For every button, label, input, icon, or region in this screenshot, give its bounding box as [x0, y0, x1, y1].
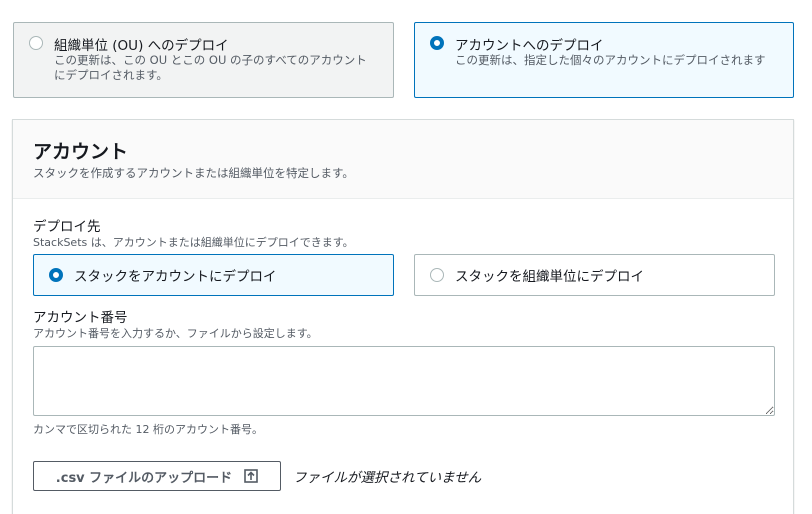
account-numbers-hint: アカウント番号を入力するか、ファイルから設定します。 [33, 327, 318, 340]
deploy-to-ou-title: 組織単位 (OU) へのデプロイ [54, 38, 229, 54]
upload-csv-button[interactable]: .csv ファイルのアップロード [33, 461, 281, 491]
deploy-to-ou-description-line1: この更新は、この OU とこの OU の子のすべてのアカウント [54, 53, 367, 67]
deploy-stacks-to-accounts-radio[interactable] [49, 268, 63, 282]
deploy-stacks-to-accounts-option[interactable]: スタックをアカウントにデプロイ [33, 254, 394, 296]
deploy-to-accounts-tile[interactable]: アカウントへのデプロイ この更新は、指定した個々のアカウントにデプロイされます [414, 22, 794, 98]
accounts-panel: アカウント スタックを作成するアカウントまたは組織単位を特定します。 [12, 119, 794, 514]
upload-csv-button-label: .csv ファイルのアップロード [55, 470, 233, 486]
deploy-stacks-to-ou-option[interactable]: スタックを組織単位にデプロイ [414, 254, 775, 296]
deploy-to-accounts-title: アカウントへのデプロイ [455, 38, 604, 54]
deploy-to-ou-radio[interactable] [29, 36, 43, 50]
deploy-to-accounts-radio[interactable] [430, 36, 444, 50]
no-file-selected-text: ファイルが選択されていません [293, 470, 482, 486]
upload-icon [244, 469, 258, 483]
accounts-panel-header: アカウント スタックを作成するアカウントまたは組織単位を特定します。 [13, 120, 793, 199]
deploy-to-ou-description: この更新は、この OU とこの OU の子のすべてのアカウント にデプロイされま… [54, 53, 394, 83]
deploy-to-ou-description-line2: にデプロイされます。 [54, 68, 168, 82]
deploy-to-accounts-description: この更新は、指定した個々のアカウントにデプロイされます [455, 53, 766, 67]
deploy-location-label: デプロイ先 [33, 219, 101, 235]
account-numbers-constraint: カンマで区切られた 12 桁のアカウント番号。 [33, 423, 263, 436]
deploy-to-ou-tile[interactable]: 組織単位 (OU) へのデプロイ この更新は、この OU とこの OU の子のす… [13, 22, 394, 98]
deploy-stacks-to-ou-radio[interactable] [430, 268, 444, 282]
deploy-location-hint: StackSets は、アカウントまたは組織単位にデプロイできます。 [33, 236, 354, 249]
deploy-stacks-to-accounts-label: スタックをアカウントにデプロイ [74, 269, 277, 285]
account-numbers-label: アカウント番号 [33, 310, 128, 326]
account-numbers-input[interactable] [33, 346, 775, 416]
deploy-stacks-to-ou-label: スタックを組織単位にデプロイ [455, 269, 644, 285]
accounts-panel-title: アカウント [33, 141, 129, 163]
accounts-panel-description: スタックを作成するアカウントまたは組織単位を特定します。 [33, 166, 354, 180]
